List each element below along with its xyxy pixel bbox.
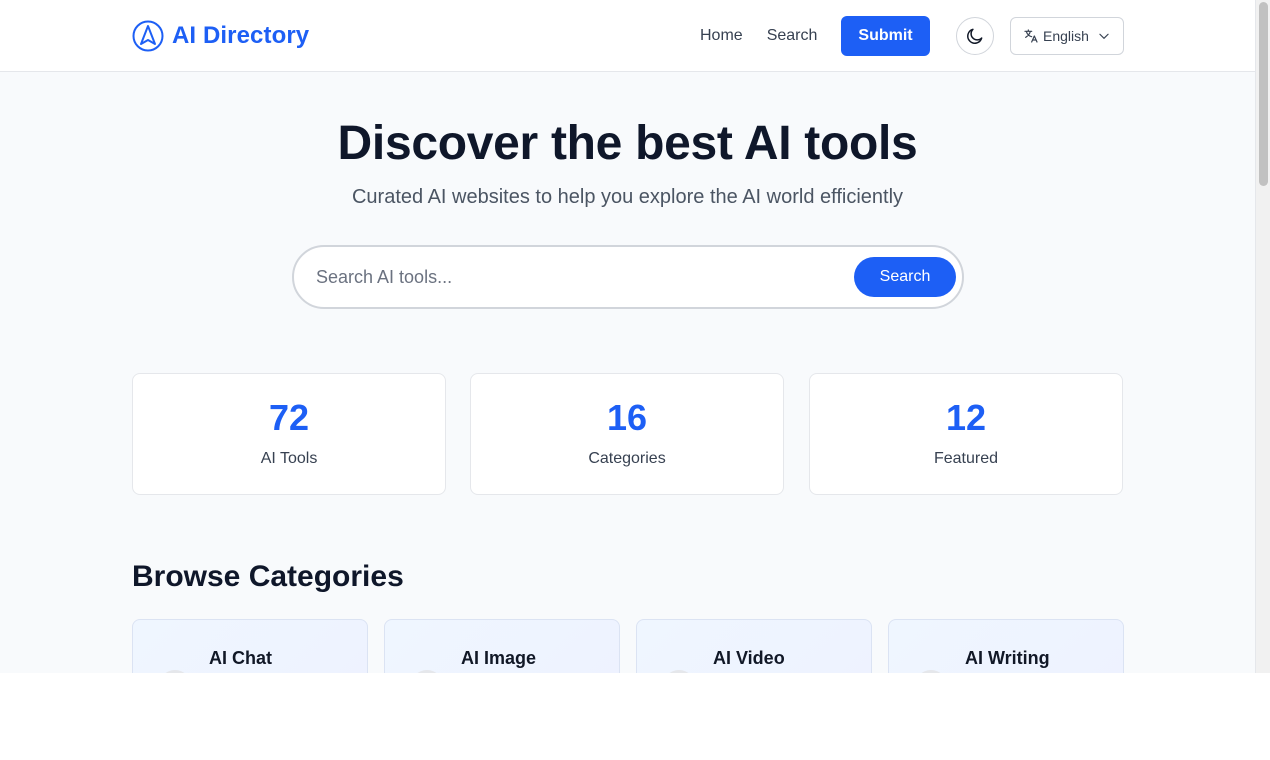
stat-label: Categories: [588, 450, 666, 467]
search-input[interactable]: [316, 259, 836, 295]
scrollbar-thumb[interactable]: [1259, 2, 1268, 186]
hero-title: Discover the best AI tools: [337, 117, 918, 170]
category-name: AI Image: [461, 648, 537, 668]
category-card-ai-image[interactable]: AI Image: [384, 619, 620, 673]
search-button[interactable]: Search: [854, 257, 956, 297]
categories-heading: Browse Categories: [132, 560, 404, 593]
main-nav: Home Search Submit: [688, 16, 930, 56]
stat-value: 72: [268, 397, 310, 438]
brand-link[interactable]: AI Directory: [132, 19, 309, 53]
stat-card-featured: 12 Featured: [809, 373, 1123, 495]
category-card-ai-video[interactable]: AI Video: [636, 619, 872, 673]
category-card-ai-writing[interactable]: AI Writing: [888, 619, 1124, 673]
hero-search-box: Search: [292, 245, 964, 309]
chat-icon: [159, 670, 191, 673]
page-viewport: AI Directory Home Search Submit English …: [0, 0, 1270, 673]
language-label: English: [1043, 28, 1089, 44]
page-scrollbar[interactable]: [1255, 0, 1270, 673]
stat-label: AI Tools: [260, 450, 318, 467]
chevron-down-icon: [1099, 33, 1109, 39]
video-icon: [663, 670, 695, 673]
category-name: AI Writing: [965, 648, 1050, 668]
language-select[interactable]: English: [1010, 17, 1124, 55]
stat-card-categories: 16 Categories: [470, 373, 784, 495]
theme-toggle-button[interactable]: [956, 17, 994, 55]
category-name: AI Video: [713, 648, 785, 668]
category-name: AI Chat: [209, 648, 272, 668]
category-card-ai-chat[interactable]: AI Chat: [132, 619, 368, 673]
stat-label: Featured: [933, 450, 999, 467]
nav-search-link[interactable]: Search: [755, 16, 830, 56]
stat-value: 16: [606, 397, 648, 438]
brand-name: AI Directory: [172, 22, 310, 49]
site-header: AI Directory Home Search Submit English: [0, 0, 1255, 72]
stat-value: 12: [945, 397, 987, 438]
pen-icon: [915, 670, 947, 673]
hero-subtitle: Curated AI websites to help you explore …: [351, 186, 904, 208]
moon-icon: [967, 28, 983, 44]
submit-button[interactable]: Submit: [841, 16, 930, 56]
stat-card-tools: 72 AI Tools: [132, 373, 446, 495]
translate-icon: [1024, 29, 1038, 43]
nav-home-link[interactable]: Home: [688, 16, 755, 56]
navigation-arrow-icon: [132, 20, 164, 52]
image-icon: [411, 670, 443, 673]
